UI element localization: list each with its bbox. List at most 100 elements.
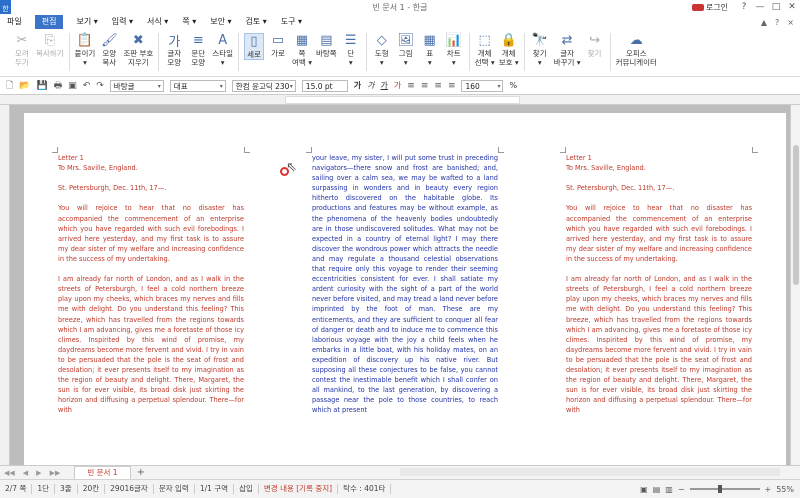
menu-item-4[interactable]: 서식 ▾ — [140, 15, 175, 29]
help-icon[interactable]: ? — [736, 2, 752, 12]
scroll-thumb[interactable] — [793, 145, 799, 285]
align-justify-icon[interactable]: ≡ — [448, 81, 456, 91]
menu-item-0[interactable]: 파일 — [0, 15, 29, 29]
ribbon-button-replace[interactable]: ⇄ 글자 바꾸기 ▾ — [554, 33, 581, 67]
status-page[interactable]: 2/7 쪽 — [0, 484, 33, 494]
maximize-icon[interactable]: □ — [768, 2, 784, 12]
view-page-icon[interactable]: ▥ — [665, 485, 673, 494]
ribbon-button-landscape[interactable]: ▭ 가로 — [268, 33, 288, 58]
close-icon[interactable]: ✕ — [784, 2, 800, 12]
menu-close-icon[interactable]: × — [787, 18, 794, 27]
align-center-icon[interactable]: ≡ — [421, 81, 429, 91]
tab-prev-icon[interactable]: ◀ — [23, 469, 28, 477]
ribbon-button-style[interactable]: A 스타일 ▾ — [212, 33, 233, 67]
menu-item-7[interactable]: 검토 ▾ — [239, 15, 274, 29]
ribbon-button-chart[interactable]: 📊 차트 ▾ — [444, 33, 464, 67]
ribbon-button-para-shape[interactable]: ≡ 문단 모양 — [188, 33, 208, 67]
page-2-text[interactable]: your leave, my sister, I will put some t… — [312, 153, 498, 415]
new-doc-icon[interactable]: 🗋 — [6, 78, 13, 94]
align-right-icon[interactable]: ≡ — [434, 81, 442, 91]
zoom-slider-knob[interactable] — [717, 485, 722, 493]
font-color-button[interactable]: 가 — [394, 80, 401, 91]
bold-button[interactable]: 가 — [354, 80, 361, 91]
document-tab[interactable]: 빈 문서 1 — [74, 466, 131, 479]
menu-help-icon[interactable]: ? — [775, 18, 779, 27]
menu-item-1[interactable]: 편집 — [34, 15, 64, 29]
preview-icon[interactable]: ▣ — [68, 81, 77, 91]
view-web-icon[interactable]: ▤ — [653, 485, 661, 494]
minimize-icon[interactable]: — — [752, 2, 768, 12]
tab-next-icon[interactable]: ▶ — [36, 469, 41, 477]
paragraph[interactable]: your leave, my sister, I will put some t… — [312, 153, 498, 415]
language-select[interactable]: 대표 ▾ — [169, 79, 226, 92]
paragraph[interactable]: You will rejoice to hear that no disaste… — [58, 203, 244, 264]
page-1[interactable]: Letter 1 To Mrs. Saville, England. St. Pet… — [24, 113, 278, 465]
zoom-select[interactable]: 160 ▾ — [461, 79, 504, 92]
menu-item-6[interactable]: 보안 ▾ — [203, 15, 238, 29]
ribbon-button-char-shape[interactable]: 가 글자 모양 — [164, 33, 184, 67]
font-size-input[interactable]: 15.0 pt — [301, 79, 348, 92]
status-track-changes[interactable]: 변경 내용 [기록 중지] — [259, 484, 339, 494]
zoom-out-icon[interactable]: − — [678, 485, 685, 494]
ribbon-button-office-community[interactable]: ☁ 오피스 커뮤니케이터 — [616, 33, 657, 67]
paragraph[interactable]: Letter 1 To Mrs. Saville, England. — [566, 153, 752, 173]
underline-button[interactable]: 가 — [381, 80, 388, 91]
menu-item-5[interactable]: 쪽 ▾ — [175, 15, 203, 29]
menu-item-3[interactable]: 입력 ▾ — [105, 15, 140, 29]
page-2[interactable]: your leave, my sister, I will put some t… — [278, 113, 532, 465]
ribbon-button-scissors[interactable]: ✂ 오려 두기 — [12, 33, 32, 67]
vertical-ruler[interactable] — [0, 105, 10, 465]
align-left-icon[interactable]: ≡ — [407, 81, 415, 91]
zoom-in-icon[interactable]: + — [765, 485, 772, 494]
menu-item-2[interactable]: 보기 ▾ — [69, 15, 104, 29]
ribbon-button-table[interactable]: ▦ 표 ▾ — [420, 33, 440, 67]
login-button[interactable]: 로그인 — [691, 2, 728, 13]
ribbon-button-page-margin[interactable]: ▦ 쪽 여백 ▾ — [292, 33, 312, 67]
undo-icon[interactable]: ↶ — [83, 81, 91, 91]
print-icon[interactable]: 🖶 — [54, 78, 63, 94]
page-3[interactable]: Letter 1 To Mrs. Saville, England. St. Pet… — [532, 113, 786, 465]
ribbon-button-object-protect[interactable]: 🔒 개체 보호 ▾ — [499, 33, 519, 67]
ribbon-button-clear-format[interactable]: ✖ 조판 부호 지우기 — [123, 33, 153, 67]
page-3-text[interactable]: Letter 1 To Mrs. Saville, England. St. Pet… — [566, 153, 752, 415]
ribbon-button-shape[interactable]: ◇ 도형 ▾ — [372, 33, 392, 67]
paragraph[interactable]: St. Petersburgh, Dec. 11th, 17—. — [566, 183, 752, 193]
paragraph[interactable]: Letter 1 To Mrs. Saville, England. — [58, 153, 244, 173]
vertical-scrollbar[interactable] — [790, 105, 800, 465]
zoom-slider[interactable] — [689, 485, 760, 493]
paragraph[interactable]: You will rejoice to hear that no disaste… — [566, 203, 752, 264]
italic-button[interactable]: 가 — [367, 80, 374, 91]
horizontal-scrollbar[interactable] — [400, 468, 780, 476]
style-select[interactable]: 바탕글 ▾ — [109, 79, 164, 92]
ribbon-button-goto[interactable]: ↪ 찾기 — [585, 33, 605, 58]
ribbon-button-object-select[interactable]: ⬚ 개체 선택 ▾ — [475, 33, 495, 67]
ribbon-button-portrait[interactable]: ▯ 세로 — [244, 33, 264, 60]
view-normal-icon[interactable]: ▣ — [640, 485, 648, 494]
tab-last-icon[interactable]: ▶▶ — [50, 469, 61, 477]
zoom-percent[interactable]: 55% — [776, 485, 794, 494]
status-insert[interactable]: 삽입 — [234, 484, 259, 494]
paragraph[interactable]: St. Petersburgh, Dec. 11th, 17—. — [58, 183, 244, 193]
ribbon-button-picture[interactable]: 🖼 그림 ▾ — [396, 33, 416, 67]
tab-first-icon[interactable]: ◀◀ — [4, 469, 15, 477]
ribbon-button-columns[interactable]: ☰ 단 ▾ — [341, 33, 361, 67]
paragraph[interactable]: I am already far north of London, and as… — [58, 274, 244, 415]
add-tab-button[interactable]: + — [137, 467, 145, 478]
menu-item-8[interactable]: 도구 ▾ — [274, 15, 309, 29]
ribbon-button-find[interactable]: 🔭 찾기 ▾ — [530, 33, 550, 67]
open-icon[interactable]: 📂 — [19, 81, 30, 91]
ribbon-button-paste[interactable]: 📋 붙이기 ▾ — [75, 33, 96, 67]
ribbon-button-copy[interactable]: ⎘ 복사하기 — [36, 33, 64, 58]
landscape-icon: ▭ — [271, 33, 285, 48]
redo-icon[interactable]: ↷ — [96, 81, 104, 91]
ribbon-button-format-copy[interactable]: 🖌 모양 복사 — [99, 33, 119, 67]
paragraph[interactable]: I am already far north of London, and as… — [566, 274, 752, 415]
ribbon-button-page-border[interactable]: ▤ 바탕쪽 — [316, 33, 337, 58]
save-icon[interactable]: 💾 — [36, 81, 47, 91]
ribbon-collapse-icon[interactable]: ▲ — [761, 18, 767, 27]
page-1-text[interactable]: Letter 1 To Mrs. Saville, England. St. Pet… — [58, 153, 244, 415]
document-workspace[interactable]: Letter 1 To Mrs. Saville, England. St. Pet… — [10, 105, 790, 465]
font-select[interactable]: 한컴 윤고딕 230 ▾ — [231, 79, 296, 92]
margin-mark — [498, 147, 504, 153]
horizontal-ruler[interactable] — [0, 95, 800, 105]
